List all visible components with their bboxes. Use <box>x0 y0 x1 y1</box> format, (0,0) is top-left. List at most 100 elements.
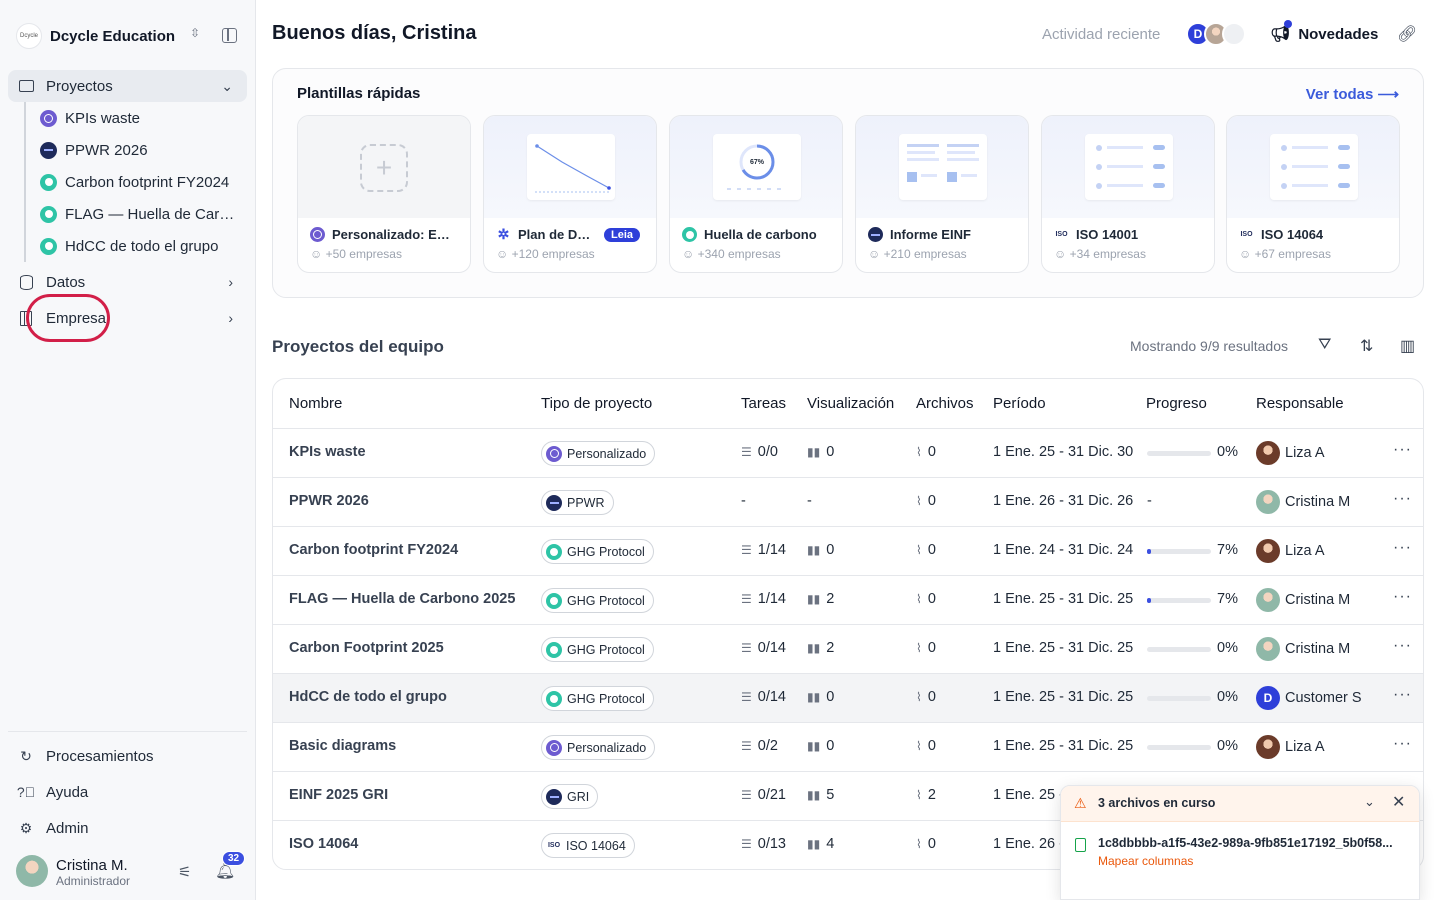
project-type-badge: ISO ISO 14064 <box>541 833 635 858</box>
sidebar-project-ppwr[interactable]: PPWR 2026 <box>40 136 240 164</box>
help-icon: ?⃝ <box>16 784 36 800</box>
sidebar-collapse-icon[interactable] <box>222 28 237 43</box>
avatar <box>1256 637 1280 661</box>
paperclip-icon: ⌇ <box>916 592 922 606</box>
template-card-einf[interactable]: Informe EINF ☺ +210 empresas <box>855 115 1029 273</box>
project-name[interactable]: ISO 14064 <box>289 836 358 852</box>
template-card-iso14001[interactable]: ISO ISO 14001 ☺ +34 empresas <box>1041 115 1215 273</box>
map-columns-link[interactable]: Mapear columnas <box>1098 854 1193 868</box>
column-header-views[interactable]: Visualización <box>807 395 894 412</box>
template-card-iso14064[interactable]: ISO ISO 14064 ☺ +67 empresas <box>1226 115 1400 273</box>
sidebar-project-kpis-waste[interactable]: KPIs waste <box>40 104 240 132</box>
user-profile[interactable]: Cristina M. Administrador ⚟ 🔔︎ 32 <box>16 851 246 889</box>
chevron-up-down-icon[interactable]: ⇳ <box>190 26 200 40</box>
columns-icon[interactable]: ▥ <box>1400 336 1415 356</box>
more-options-icon[interactable]: ··· <box>1393 637 1412 655</box>
project-name[interactable]: KPIs waste <box>289 444 366 460</box>
template-companies: ☺ +120 empresas <box>496 247 595 261</box>
bar-chart-icon: ▮▮ <box>807 592 821 606</box>
sidebar-item-processing[interactable]: ↻ Procesamientos <box>8 740 247 772</box>
project-type-badge: PPWR <box>541 490 614 515</box>
column-header-owner[interactable]: Responsable <box>1256 395 1344 412</box>
sidebar-project-flag[interactable]: FLAG — Huella de Carbono 2025 <box>40 200 240 228</box>
chevron-right-icon[interactable]: › <box>228 310 233 326</box>
tasks-cell: ☰ 0/13 <box>741 836 786 852</box>
template-thumbnail: + <box>298 116 470 218</box>
more-options-icon[interactable]: ··· <box>1393 735 1412 753</box>
period-cell: 1 Ene. 25 - 31 Dic. 25 <box>993 591 1134 607</box>
sidebar-item-data[interactable]: Datos › <box>8 266 247 298</box>
files-cell: ⌇ 0 <box>916 493 936 509</box>
plus-icon: + <box>360 144 408 192</box>
link-icon[interactable]: 🔗︎ <box>1397 24 1417 44</box>
template-card-custom[interactable]: + Personalizado: Economía circular ☺ +50… <box>297 115 471 273</box>
project-name[interactable]: Carbon Footprint 2025 <box>289 640 444 656</box>
paperclip-icon: ⌇ <box>916 543 922 557</box>
sidebar-item-help[interactable]: ?⃝ Ayuda <box>8 776 247 808</box>
sidebar-item-admin[interactable]: ⚙ Admin <box>8 812 247 844</box>
more-options-icon[interactable]: ··· <box>1393 490 1412 508</box>
paperclip-icon: ⌇ <box>916 739 922 753</box>
column-header-files[interactable]: Archivos <box>916 395 974 412</box>
project-name[interactable]: EINF 2025 GRI <box>289 787 388 803</box>
project-name[interactable]: Carbon footprint FY2024 <box>289 542 458 558</box>
template-card-decarbonization[interactable]: ✲ Plan de Descarbonización Leia ☺ +120 e… <box>483 115 657 273</box>
column-header-name[interactable]: Nombre <box>289 395 342 412</box>
more-options-icon[interactable]: ··· <box>1393 588 1412 606</box>
progress-percent: 7% <box>1217 591 1238 607</box>
table-row[interactable]: Basic diagrams Personalizado ☰ 0/2 ▮▮ 0 ⌇ 0 1 En… <box>273 723 1423 772</box>
column-header-progress[interactable]: Progreso <box>1146 395 1207 412</box>
project-name[interactable]: PPWR 2026 <box>289 493 369 509</box>
tasks-cell: ☰ 0/0 <box>741 444 778 460</box>
chevron-down-icon[interactable]: ⌄ <box>1364 794 1375 810</box>
sidebar-project-hdcc[interactable]: HdCC de todo el grupo <box>40 232 240 260</box>
column-header-tasks[interactable]: Tareas <box>741 395 786 412</box>
close-icon[interactable]: ✕ <box>1392 792 1405 812</box>
ppwr-icon <box>40 141 57 159</box>
recent-activity-avatars[interactable]: D <box>1186 22 1246 48</box>
column-header-type[interactable]: Tipo de proyecto <box>541 395 652 412</box>
template-card-carbon[interactable]: 67% Huella de carbono ☺ +340 empresas <box>669 115 843 273</box>
progress-bar <box>1147 696 1211 701</box>
iso-icon: ISO <box>1240 231 1253 238</box>
sidebar-item-label: Ayuda <box>46 783 89 801</box>
bar-chart-icon: ▮▮ <box>807 543 821 557</box>
org-logo: Dcycle <box>16 23 42 49</box>
template-companies: ☺ +210 empresas <box>868 247 967 261</box>
org-switcher[interactable]: Dcycle Dcycle Education ⇳ <box>16 22 244 50</box>
project-name[interactable]: HdCC de todo el grupo <box>289 689 447 705</box>
table-row[interactable]: Carbon footprint FY2024 GHG Protocol ☰ 1/14… <box>273 527 1423 576</box>
paperclip-icon: ⌇ <box>916 837 922 851</box>
chevron-right-icon[interactable]: › <box>228 274 233 290</box>
ghg-icon <box>682 227 697 242</box>
project-name[interactable]: Basic diagrams <box>289 738 396 754</box>
user-name: Cristina M. <box>56 857 128 874</box>
chevron-down-icon[interactable]: ⌄ <box>221 78 233 95</box>
files-cell: ⌇ 0 <box>916 689 936 705</box>
filter-icon[interactable]: ⛛ <box>1318 336 1331 354</box>
sidebar-item-projects[interactable]: Proyectos ⌄ <box>8 70 247 102</box>
checklist-icon: ☰ <box>741 690 752 704</box>
more-options-icon[interactable]: ··· <box>1393 686 1412 704</box>
table-row[interactable]: Carbon Footprint 2025 GHG Protocol ☰ 0/14 ▮▮… <box>273 625 1423 674</box>
table-row[interactable]: PPWR 2026 PPWR - - ⌇ 0 1 Ene. 26 - 31 Dic. 26-… <box>273 478 1423 527</box>
view-all-link[interactable]: Ver todas ⟶ <box>1306 85 1399 103</box>
checklist-icon: ☰ <box>741 641 752 655</box>
upload-toast-header[interactable]: ⚠ 3 archivos en curso ⌄ ✕ <box>1061 786 1419 822</box>
sliders-icon[interactable]: ⚟ <box>178 863 191 881</box>
table-row[interactable]: KPIs waste Personalizado ☰ 0/0 ▮▮ 0 ⌇ 0 1 Ene. 2… <box>273 429 1423 478</box>
project-name[interactable]: FLAG — Huella de Carbono 2025 <box>289 591 515 607</box>
sort-icon[interactable]: ⇅ <box>1360 336 1373 356</box>
period-cell: 1 Ene. 25 - 31 Dic. 30 <box>993 444 1134 460</box>
table-row[interactable]: FLAG — Huella de Carbono 2025 GHG Protoco… <box>273 576 1423 625</box>
recent-activity-label[interactable]: Actividad reciente <box>1042 26 1160 43</box>
progress-bar <box>1147 549 1211 554</box>
sidebar-project-carbon-fy2024[interactable]: Carbon footprint FY2024 <box>40 168 240 196</box>
project-type-icon <box>546 641 562 658</box>
more-options-icon[interactable]: ··· <box>1393 539 1412 557</box>
table-row[interactable]: HdCC de todo el grupo GHG Protocol ☰ 0/14 ▮▮… <box>273 674 1423 723</box>
progress-percent: 7% <box>1217 542 1238 558</box>
column-header-period[interactable]: Período <box>993 395 1046 412</box>
more-options-icon[interactable]: ··· <box>1393 441 1412 459</box>
paperclip-icon: ⌇ <box>916 494 922 508</box>
